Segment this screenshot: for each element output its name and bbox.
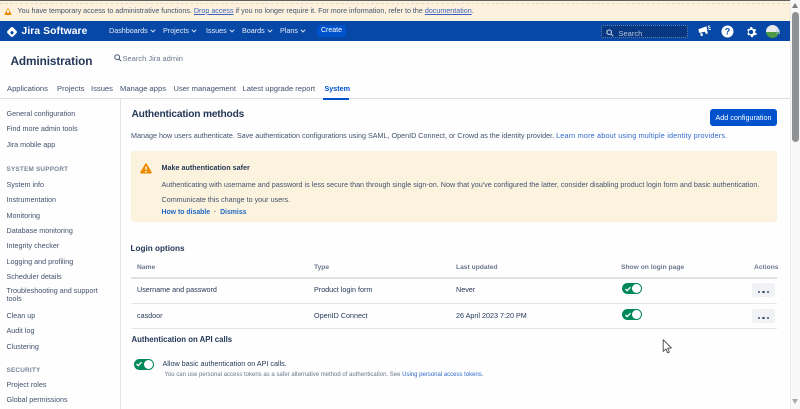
svg-text:?: ? xyxy=(725,27,731,37)
